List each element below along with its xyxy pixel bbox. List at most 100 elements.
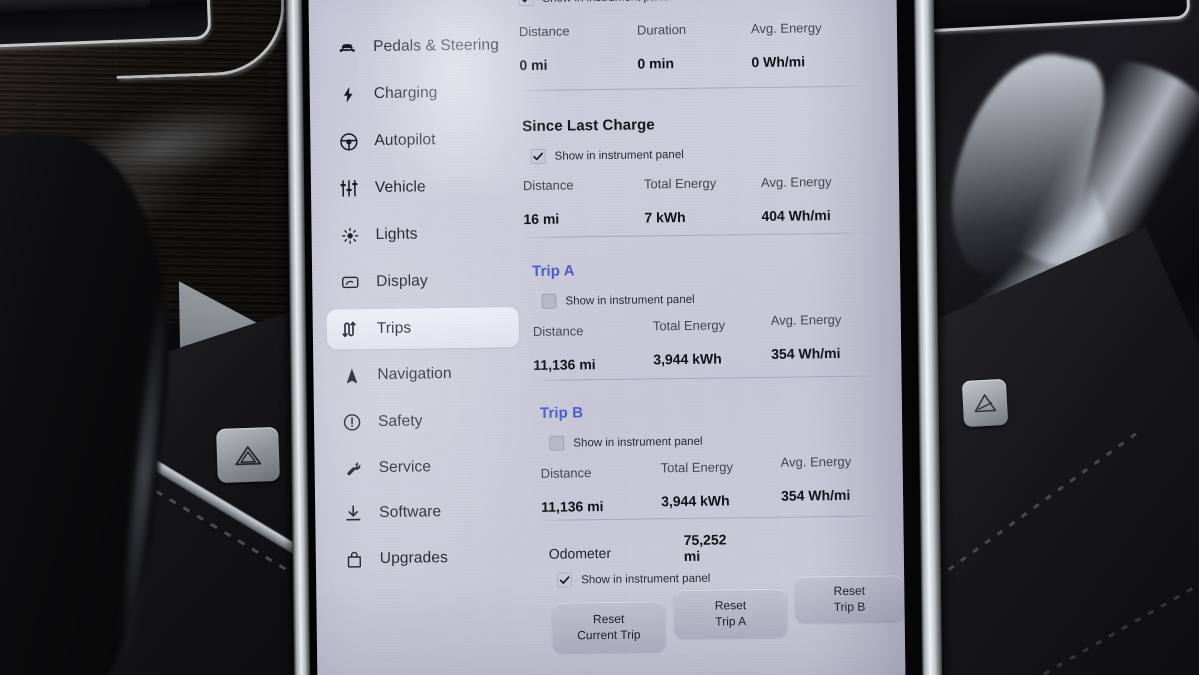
sidebar-item-label: Pedals & Steering bbox=[373, 36, 500, 56]
odometer-value: 75,252 mi bbox=[683, 531, 727, 565]
trip-a-show-in-panel-checkbox[interactable]: Show in instrument panel bbox=[541, 289, 904, 309]
metric-label: Distance bbox=[540, 465, 592, 481]
metric-label: Avg. Energy bbox=[760, 174, 832, 190]
sidebar-item-autopilot[interactable]: Autopilot bbox=[324, 119, 517, 162]
sidebar-item-label: Service bbox=[378, 458, 432, 476]
trip-a-title[interactable]: Trip A bbox=[532, 258, 904, 280]
sidebar-item-label: Charging bbox=[373, 84, 438, 103]
reset-trip-a-button[interactable]: Reset Trip A bbox=[674, 588, 787, 639]
since-last-charge-show-in-panel-checkbox[interactable]: Show in instrument panel bbox=[530, 144, 895, 164]
sidebar-item-navigation[interactable]: Navigation bbox=[327, 353, 520, 396]
navigation-arrow-icon bbox=[339, 363, 363, 387]
hazard-triangle-icon bbox=[235, 445, 262, 465]
metric-label: Avg. Energy bbox=[750, 20, 822, 37]
sidebar-item-label: Upgrades bbox=[379, 549, 448, 567]
checkbox-label: Show in instrument panel bbox=[542, 0, 671, 4]
sidebar-item-lights[interactable]: Lights bbox=[325, 213, 518, 256]
hazard-triangle-icon-right bbox=[974, 394, 997, 413]
steering-wheel-icon bbox=[336, 129, 360, 153]
wrench-icon bbox=[341, 456, 365, 480]
odometer-label: Odometer bbox=[548, 544, 612, 562]
button-line1: Reset bbox=[714, 598, 747, 613]
sidebar-item-charging[interactable]: Charging bbox=[324, 72, 517, 115]
metric-value: 354 Wh/mi bbox=[771, 344, 841, 362]
check-icon bbox=[521, 0, 531, 3]
download-icon bbox=[341, 501, 365, 525]
metric-label: Total Energy bbox=[660, 459, 734, 476]
sidebar-item-vehicle[interactable]: Vehicle bbox=[325, 166, 518, 209]
checkbox-label: Show in instrument panel bbox=[573, 435, 703, 449]
metric-value: 16 mi bbox=[523, 210, 560, 228]
metric-value: 11,136 mi bbox=[541, 498, 604, 515]
metric-value: 7 kWh bbox=[644, 208, 686, 226]
display-icon bbox=[338, 270, 362, 294]
sidebar-item-trips[interactable]: Trips bbox=[326, 307, 520, 350]
metric-value: 0 mi bbox=[519, 56, 548, 74]
sidebar-item-safety[interactable]: Safety bbox=[328, 400, 521, 443]
settings-sidebar: Pedals & Steering Charging Autopilot Veh… bbox=[314, 0, 531, 675]
section-trip-b: Trip B Show in instrument panel Distance… bbox=[540, 400, 906, 528]
trips-settings-content: Show in instrument panel Distance 0 mi D… bbox=[508, 0, 905, 675]
current-trip-show-in-panel-checkbox[interactable]: Show in instrument panel bbox=[518, 0, 890, 7]
metric-value: 3,944 kWh bbox=[653, 350, 722, 368]
reset-trip-b-button[interactable]: Reset Trip B bbox=[795, 575, 904, 623]
metric-value: 354 Wh/mi bbox=[780, 486, 851, 504]
metric-value: 3,944 kWh bbox=[661, 492, 730, 510]
sidebar-item-label: Autopilot bbox=[374, 131, 436, 150]
metric-label: Total Energy bbox=[643, 175, 717, 192]
sidebar-item-label: Safety bbox=[377, 412, 423, 431]
checkbox-box bbox=[518, 0, 534, 7]
checkbox-box bbox=[541, 293, 557, 309]
section-trip-a: Trip A Show in instrument panel Distance… bbox=[532, 258, 906, 386]
sidebar-item-label: Navigation bbox=[377, 365, 452, 384]
sidebar-item-upgrades[interactable]: Upgrades bbox=[330, 537, 523, 580]
hazard-lights-button-left[interactable] bbox=[216, 426, 280, 484]
reset-buttons-row: Reset Current Trip Reset Trip A Reset Tr… bbox=[546, 575, 904, 667]
metric-label: Total Energy bbox=[652, 317, 726, 334]
sidebar-item-pedals-steering[interactable]: Pedals & Steering bbox=[323, 25, 516, 68]
checkbox-label: Show in instrument panel bbox=[565, 293, 695, 308]
section-odometer: Odometer 75,252 mi bbox=[548, 531, 727, 564]
section-since-last-charge: Since Last Charge Show in instrument pan… bbox=[522, 113, 896, 240]
metric-value: 0 min bbox=[637, 55, 675, 72]
sidebar-item-label: Lights bbox=[375, 225, 418, 244]
check-icon bbox=[533, 152, 544, 161]
tesla-touchscreen[interactable]: Pedals & Steering Charging Autopilot Veh… bbox=[308, 0, 906, 675]
button-line2: Trip B bbox=[833, 599, 866, 615]
metric-label: Avg. Energy bbox=[770, 311, 842, 328]
reset-current-trip-button[interactable]: Reset Current Trip bbox=[552, 601, 666, 653]
sidebar-item-label: Software bbox=[379, 503, 442, 521]
metric-value: 11,136 mi bbox=[533, 356, 596, 373]
sidebar-item-service[interactable]: Service bbox=[328, 446, 521, 489]
bag-icon bbox=[342, 547, 366, 571]
hazard-lights-button-right[interactable] bbox=[961, 378, 1009, 428]
sidebar-item-display[interactable]: Display bbox=[326, 260, 519, 303]
sliders-icon bbox=[337, 176, 361, 200]
sun-icon bbox=[337, 223, 361, 247]
bolt-icon bbox=[336, 82, 360, 106]
metric-value: 0 Wh/mi bbox=[751, 53, 806, 71]
sidebar-item-label: Trips bbox=[376, 319, 412, 338]
sidebar-item-label: Display bbox=[376, 272, 428, 291]
metric-label: Duration bbox=[636, 21, 687, 38]
section-current-trip: Show in instrument panel Distance 0 mi D… bbox=[518, 0, 891, 86]
trip-b-show-in-panel-checkbox[interactable]: Show in instrument panel bbox=[549, 431, 905, 451]
metric-label: Distance bbox=[532, 323, 584, 339]
photo-of-tesla-touchscreen: Pedals & Steering Charging Autopilot Veh… bbox=[0, 0, 1199, 675]
trip-b-title[interactable]: Trip B bbox=[540, 400, 906, 422]
alert-circle-icon bbox=[340, 410, 364, 434]
section-title: Since Last Charge bbox=[522, 116, 655, 136]
check-icon bbox=[559, 576, 570, 584]
trips-icon bbox=[339, 317, 363, 341]
metric-label: Distance bbox=[518, 23, 570, 40]
metric-label: Distance bbox=[522, 177, 574, 194]
sidebar-item-software[interactable]: Software bbox=[329, 491, 522, 534]
metric-value: 404 Wh/mi bbox=[761, 207, 831, 224]
divider-after-current-trip bbox=[515, 85, 866, 92]
button-line2: Trip A bbox=[715, 614, 747, 629]
car-icon bbox=[335, 35, 359, 59]
button-line1: Reset bbox=[833, 583, 866, 598]
checkbox-label: Show in instrument panel bbox=[581, 572, 711, 586]
checkbox-box bbox=[557, 572, 573, 588]
checkbox-box bbox=[530, 148, 546, 164]
